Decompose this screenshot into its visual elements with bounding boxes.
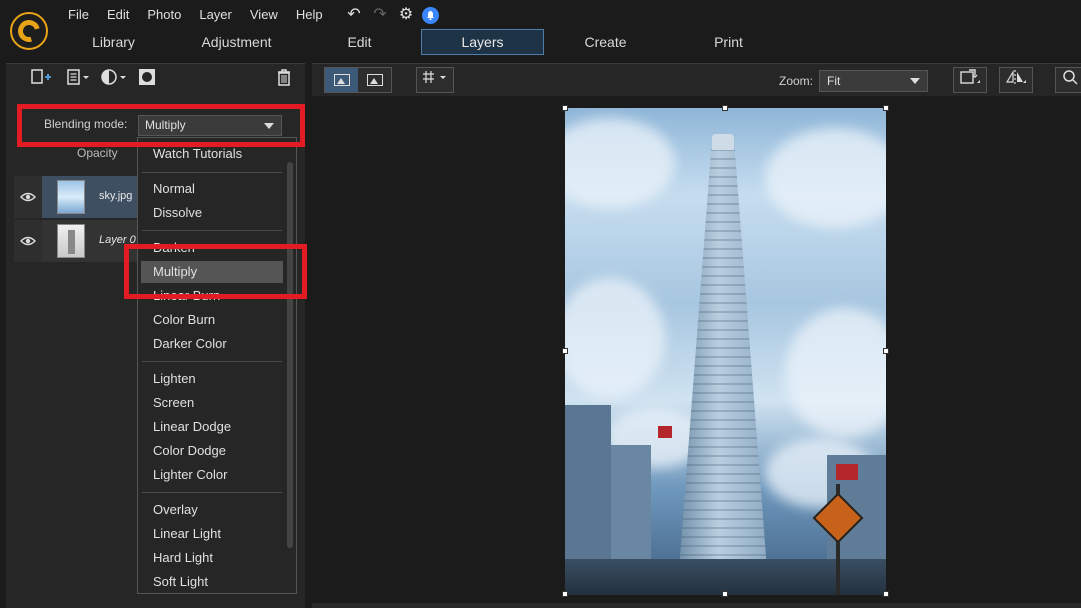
undo-icon[interactable]: ↶: [344, 4, 364, 26]
menu-layer[interactable]: Layer: [193, 4, 238, 26]
dropdown-item-watch-tutorials[interactable]: Watch Tutorials: [153, 146, 242, 162]
dropdown-item-multiply[interactable]: Multiply: [153, 264, 197, 280]
photo-preview[interactable]: [565, 108, 886, 595]
layer-options-icon[interactable]: [66, 68, 90, 94]
tab-create[interactable]: Create: [544, 29, 667, 55]
notification-bell-icon[interactable]: [422, 6, 439, 24]
blending-mode-label: Blending mode:: [44, 117, 128, 131]
search-button[interactable]: [1055, 67, 1081, 93]
module-tabs: Library Adjustment Edit Layers Create Pr…: [52, 29, 790, 55]
menu-view[interactable]: View: [244, 4, 284, 26]
blending-mode-select[interactable]: Multiply: [138, 115, 282, 136]
menu-help[interactable]: Help: [290, 4, 329, 26]
dropdown-item-hard-light[interactable]: Hard Light: [153, 550, 213, 566]
menu-file[interactable]: File: [62, 4, 95, 26]
blending-mode-dropdown: Watch Tutorials Normal Dissolve Darken M…: [137, 137, 297, 594]
zoom-select[interactable]: Fit: [819, 70, 928, 92]
dropdown-item-lighter-color[interactable]: Lighter Color: [153, 467, 227, 483]
resize-handle[interactable]: [883, 105, 889, 111]
zoom-label: Zoom:: [779, 74, 814, 88]
resize-handle[interactable]: [883, 591, 889, 597]
resize-handle[interactable]: [722, 105, 728, 111]
redo-icon[interactable]: ↷: [370, 4, 390, 26]
layer-thumbnail: [57, 180, 85, 214]
resize-handle[interactable]: [722, 591, 728, 597]
adjustment-layer-icon[interactable]: [100, 68, 128, 94]
blending-mode-row: Blending mode:: [22, 112, 138, 136]
single-view-button[interactable]: [325, 68, 358, 92]
resize-handle[interactable]: [562, 591, 568, 597]
dropdown-item-darker-color[interactable]: Darker Color: [153, 336, 227, 352]
trash-icon[interactable]: [276, 68, 292, 94]
dropdown-separator: [142, 492, 282, 493]
layer-mask-icon[interactable]: [138, 68, 156, 94]
resize-handle[interactable]: [562, 105, 568, 111]
layer-row-sky[interactable]: sky.jpg: [14, 176, 139, 218]
resize-handle[interactable]: [562, 348, 568, 354]
dropdown-item-linear-burn[interactable]: Linear Burn: [153, 288, 220, 304]
settings-icon[interactable]: ⚙: [396, 4, 416, 26]
app-logo: [10, 12, 48, 50]
dropdown-item-color-burn[interactable]: Color Burn: [153, 312, 215, 328]
dropdown-item-overlay[interactable]: Overlay: [153, 502, 198, 518]
menu-bar: File Edit Photo Layer View Help: [62, 4, 329, 26]
dropdown-item-lighten[interactable]: Lighten: [153, 371, 196, 387]
visibility-eye-icon[interactable]: [14, 220, 42, 262]
tab-edit[interactable]: Edit: [298, 29, 421, 55]
dropdown-item-normal[interactable]: Normal: [153, 181, 195, 197]
view-mode-group: [324, 67, 392, 93]
tab-print[interactable]: Print: [667, 29, 790, 55]
layer-name: sky.jpg: [99, 190, 133, 202]
layer-thumbnail: [57, 224, 85, 258]
dropdown-separator: [142, 230, 282, 231]
layers-panel-toolbar: [14, 68, 299, 94]
layer-name: Layer 0: [99, 234, 136, 246]
menu-edit[interactable]: Edit: [101, 4, 135, 26]
dropdown-separator: [142, 172, 282, 173]
zoom-value: Fit: [827, 74, 841, 88]
quick-tools: ↶ ↷ ⚙: [344, 4, 439, 26]
dropdown-separator: [142, 361, 282, 362]
canvas-scrollbar[interactable]: [312, 603, 1081, 608]
app-window: File Edit Photo Layer View Help ↶ ↷ ⚙ Li…: [0, 0, 1081, 608]
dropdown-scrollbar[interactable]: [287, 162, 293, 548]
opacity-label: Opacity: [77, 146, 118, 160]
grid-toggle-button[interactable]: [416, 67, 454, 93]
image-icon: [333, 74, 350, 86]
chevron-down-icon: [910, 78, 920, 84]
dropdown-item-linear-light[interactable]: Linear Light: [153, 526, 221, 542]
layer-row-layer0[interactable]: Layer 0: [14, 220, 139, 262]
dropdown-item-soft-light[interactable]: Soft Light: [153, 574, 208, 590]
new-layer-icon[interactable]: [30, 68, 52, 94]
dropdown-item-color-dodge[interactable]: Color Dodge: [153, 443, 226, 459]
dropdown-item-darken[interactable]: Darken: [153, 240, 195, 256]
menu-photo[interactable]: Photo: [141, 4, 187, 26]
street-sign: [836, 464, 858, 480]
blending-mode-value: Multiply: [145, 118, 186, 132]
image-icon: [366, 74, 383, 86]
resize-handle[interactable]: [883, 348, 889, 354]
tab-adjustment[interactable]: Adjustment: [175, 29, 298, 55]
flip-button[interactable]: [999, 67, 1033, 93]
tab-layers[interactable]: Layers: [421, 29, 544, 55]
rotate-button[interactable]: [953, 67, 987, 93]
dropdown-item-linear-dodge[interactable]: Linear Dodge: [153, 419, 231, 435]
tab-library[interactable]: Library: [52, 29, 175, 55]
compare-view-button[interactable]: [358, 68, 391, 92]
dropdown-item-dissolve[interactable]: Dissolve: [153, 205, 202, 221]
visibility-eye-icon[interactable]: [14, 176, 42, 218]
chevron-down-icon: [264, 123, 274, 129]
dropdown-item-screen[interactable]: Screen: [153, 395, 194, 411]
